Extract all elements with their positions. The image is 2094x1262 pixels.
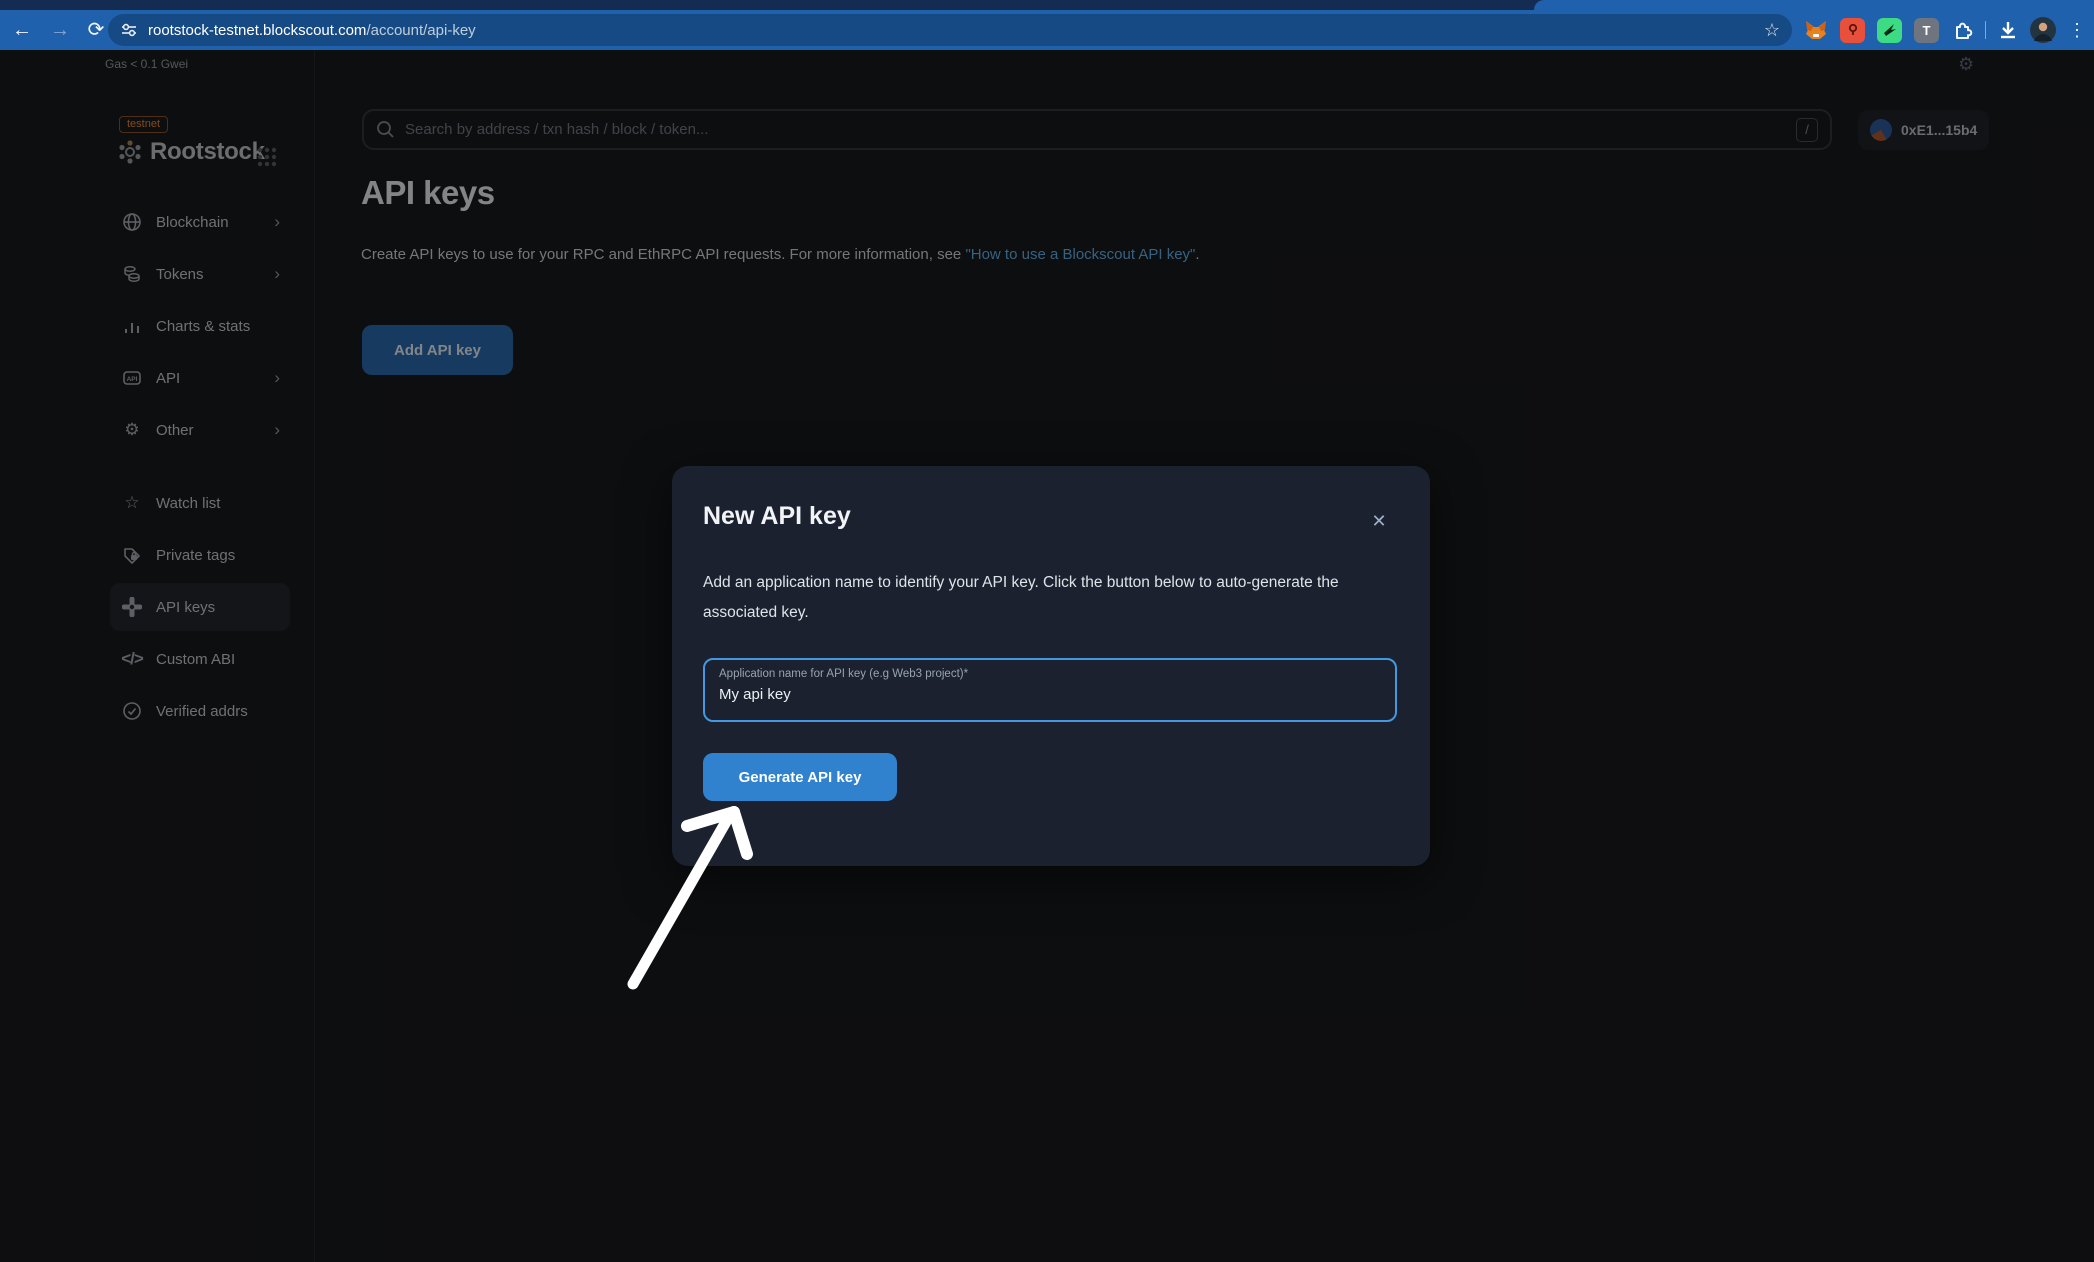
browser-toolbar: ← → ⟳ rootstock-testnet.blockscout.com/a… [0,10,2094,50]
pin-extension-icon[interactable] [1840,18,1865,43]
forward-icon[interactable]: → [44,14,76,46]
close-icon[interactable]: ✕ [1366,508,1392,534]
toolbar-separator [1985,21,1986,39]
generate-api-key-button[interactable]: Generate API key [703,753,897,801]
downloads-icon[interactable] [1998,20,2018,40]
extension-row: T ⋮ [1804,14,2086,46]
browser-chrome: ← → ⟳ rootstock-testnet.blockscout.com/a… [0,0,2094,50]
field-label: Application name for API key (e.g Web3 p… [719,668,968,680]
modal-description: Add an application name to identify your… [703,568,1403,628]
new-api-key-modal: New API key ✕ Add an application name to… [672,466,1430,866]
url-bar[interactable]: rootstock-testnet.blockscout.com/account… [108,14,1792,46]
url-text[interactable]: rootstock-testnet.blockscout.com/account… [148,22,1756,39]
browser-tabstrip [0,0,2094,10]
site-info-icon[interactable] [120,21,138,39]
t-extension-icon[interactable]: T [1914,18,1939,43]
modal-title: New API key [703,502,851,531]
metamask-fox-icon[interactable] [1804,18,1828,42]
application-name-field[interactable]: Application name for API key (e.g Web3 p… [703,658,1397,722]
blockscout-page: Gas < 0.1 Gwei ⚙ testnet Rootstock [0,50,2094,1262]
bookmark-star-icon[interactable]: ☆ [1764,20,1780,41]
profile-avatar[interactable] [2030,17,2056,43]
active-tab-edge [1534,0,2094,10]
extensions-puzzle-icon[interactable] [1951,19,1973,41]
back-icon[interactable]: ← [6,14,38,46]
sprout-extension-icon[interactable] [1877,18,1902,43]
browser-menu-icon[interactable]: ⋮ [2068,14,2086,46]
application-name-input[interactable] [719,686,1369,703]
